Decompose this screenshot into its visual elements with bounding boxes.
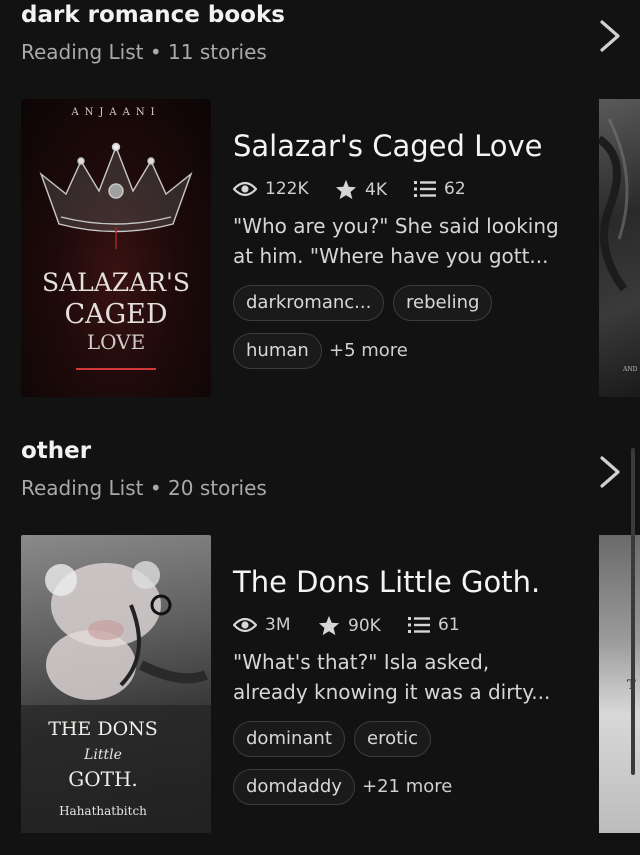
votes-count: 4K — [365, 179, 387, 200]
description-line: "What's that?" Isla asked, — [233, 650, 490, 674]
list-icon — [408, 617, 430, 633]
book-title[interactable]: The Dons Little Goth. — [233, 565, 540, 599]
story-count: 20 stories — [168, 476, 267, 500]
tag-chip[interactable]: erotic — [354, 721, 432, 757]
tag-chip[interactable]: rebeling — [393, 285, 493, 321]
book-stats: 3M 90K 61 — [233, 615, 493, 637]
separator-dot: • — [149, 40, 162, 64]
cover-title-line3: GOTH. — [68, 767, 138, 791]
scrollbar[interactable] — [631, 448, 635, 775]
crown-icon — [39, 142, 193, 233]
tag-chip[interactable]: darkromanc... — [233, 285, 385, 321]
cover-title-line2: CAGED — [64, 299, 167, 330]
teddy-bear-icon — [45, 561, 161, 700]
next-book-cover[interactable]: AND — [599, 99, 640, 397]
cover-author: ANJAANI — [70, 107, 160, 118]
description-line: "Who are you?" She said looking — [233, 214, 559, 238]
reads-count: 3M — [265, 615, 291, 635]
cover-title-line1: THE DONS — [48, 718, 158, 740]
cover-artwork: ANJAANI SALAZAR'S CAGED LOVE — [39, 107, 193, 370]
reading-list-subtitle: Reading List • 20 stories — [21, 476, 267, 500]
cover-title-line3: LOVE — [87, 330, 145, 354]
list-type-label: Reading List — [21, 476, 144, 500]
cover-author: Hahathatbitch — [59, 804, 147, 818]
parts-count: 62 — [444, 179, 466, 199]
book-description: "Who are you?" She said looking at him. … — [233, 211, 573, 271]
book-cover[interactable]: THE DONS Little GOTH. Hahathatbitch — [21, 535, 211, 833]
more-tags-link[interactable]: +5 more — [329, 333, 408, 369]
more-tags-link[interactable]: +21 more — [362, 769, 452, 805]
chevron-right-icon[interactable] — [596, 452, 624, 492]
list-icon — [414, 181, 436, 197]
book-title[interactable]: Salazar's Caged Love — [233, 129, 543, 163]
eye-icon — [233, 617, 257, 633]
eye-icon — [233, 181, 257, 197]
star-icon — [335, 179, 357, 200]
reads-stat: 3M — [233, 615, 290, 635]
parts-stat: 61 — [408, 615, 460, 635]
next-cover-text: AND — [622, 366, 638, 373]
star-icon — [318, 615, 340, 636]
reading-list-title[interactable]: other — [21, 438, 91, 464]
tag-chip[interactable]: domdaddy — [233, 769, 355, 805]
reading-list-subtitle: Reading List • 11 stories — [21, 40, 267, 64]
votes-stat: 90K — [318, 615, 381, 636]
parts-stat: 62 — [414, 179, 466, 199]
votes-stat: 4K — [335, 179, 387, 200]
description-line: already knowing it was a dirty... — [233, 680, 551, 704]
reads-count: 122K — [265, 179, 309, 199]
cover-title-line2: Little — [83, 747, 122, 763]
book-stats: 122K 4K 62 — [233, 179, 493, 201]
reading-list-title[interactable]: dark romance books — [21, 2, 285, 28]
book-cover[interactable]: ANJAANI SALAZAR'S CAGED LOVE — [21, 99, 211, 397]
cover-artwork: THE DONS Little GOTH. Hahathatbitch — [21, 561, 211, 833]
parts-count: 61 — [438, 615, 460, 635]
chevron-right-icon[interactable] — [596, 16, 624, 56]
separator-dot: • — [149, 476, 162, 500]
next-cover-artwork: AND — [599, 118, 638, 373]
tag-chip[interactable]: human — [233, 333, 322, 369]
story-count: 11 stories — [168, 40, 267, 64]
votes-count: 90K — [348, 615, 381, 636]
book-description: "What's that?" Isla asked, already knowi… — [233, 647, 573, 707]
tag-chip[interactable]: dominant — [233, 721, 345, 757]
reads-stat: 122K — [233, 179, 309, 199]
list-type-label: Reading List — [21, 40, 144, 64]
description-line: at him. "Where have you gott... — [233, 244, 549, 268]
cover-title-line1: SALAZAR'S — [42, 268, 190, 297]
